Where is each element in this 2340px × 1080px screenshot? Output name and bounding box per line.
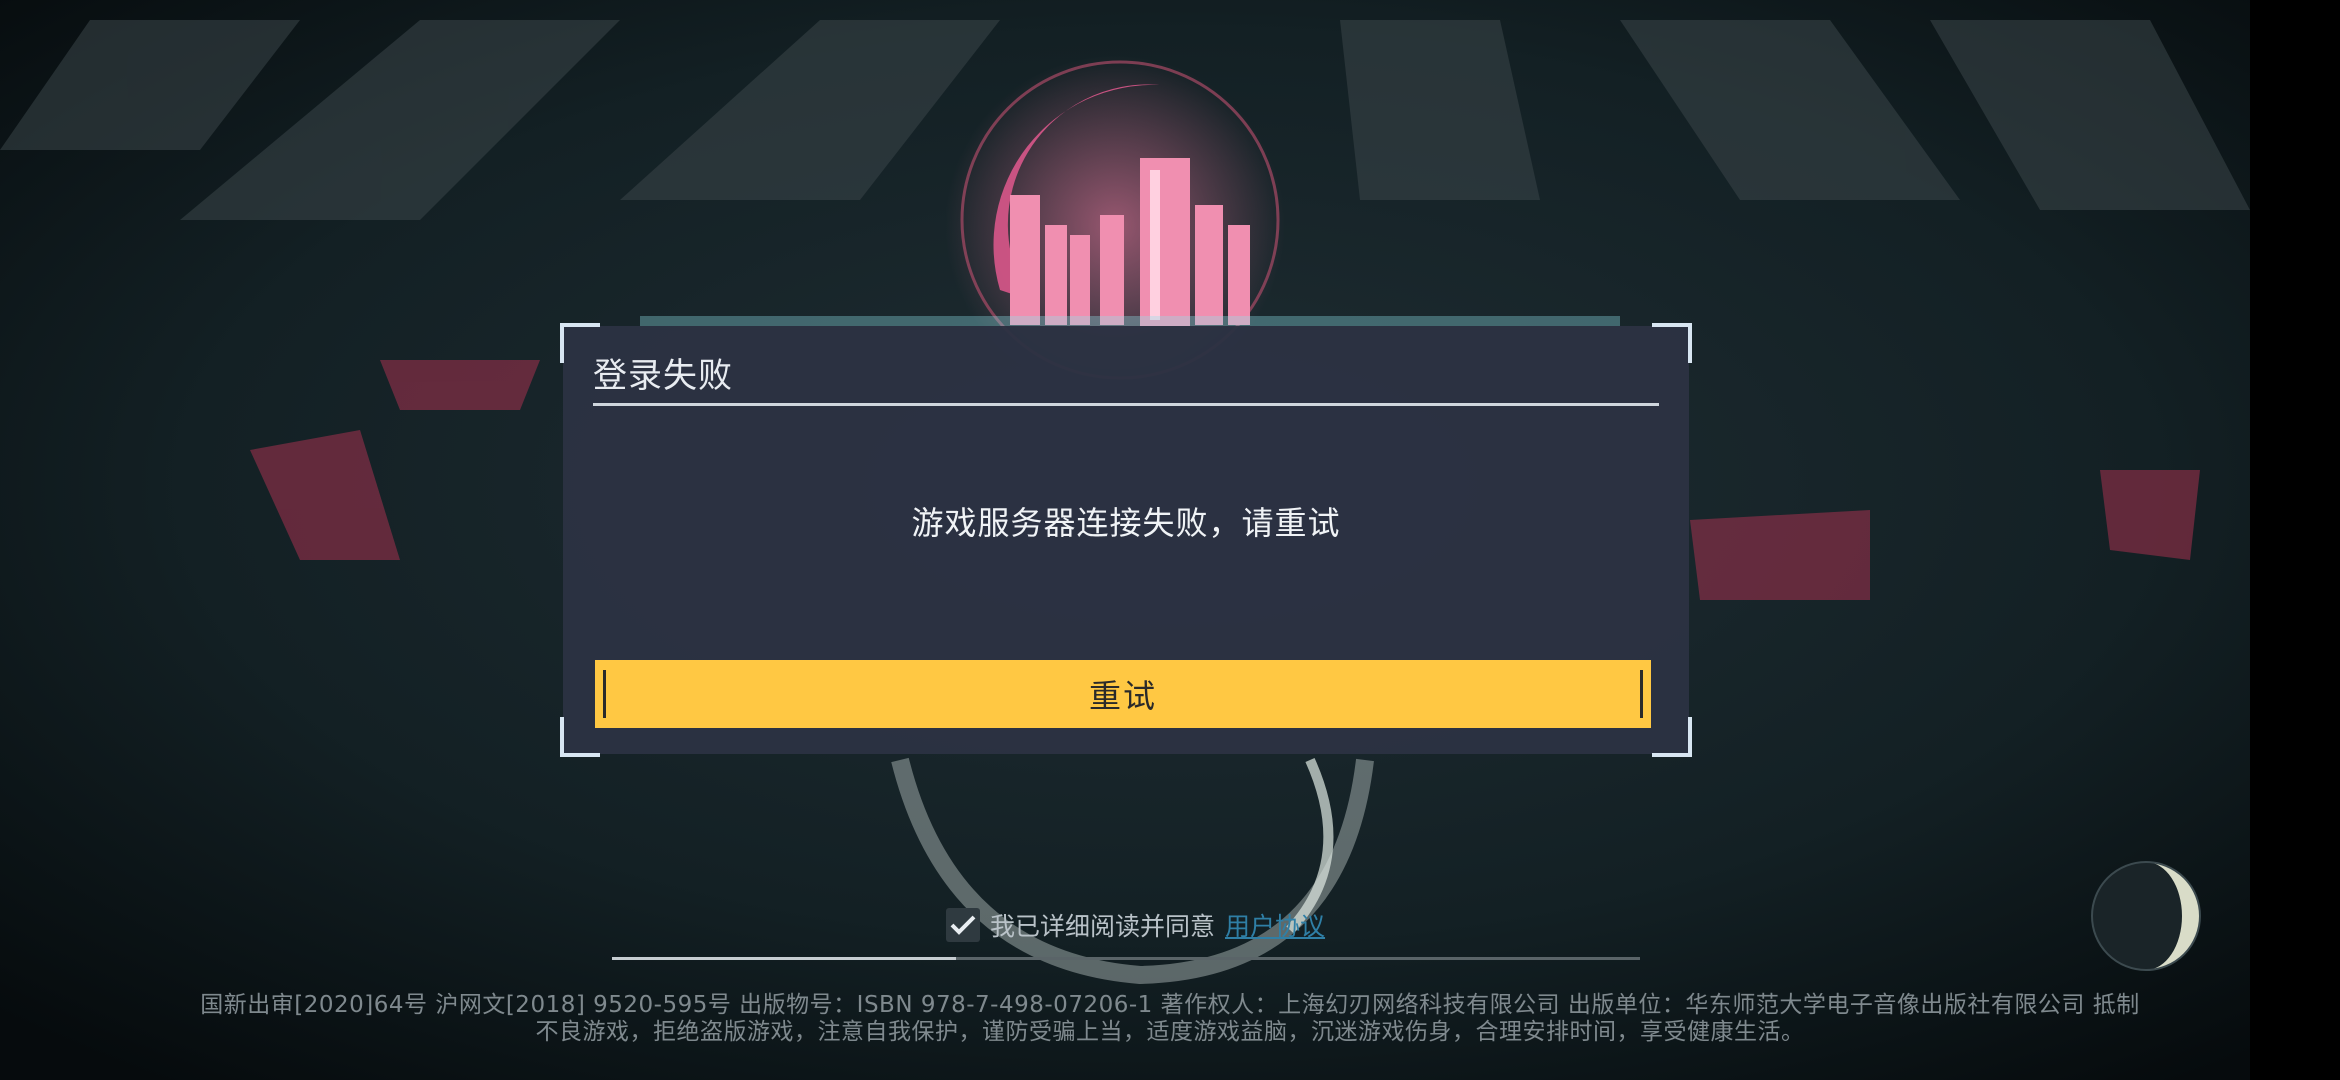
loading-progress-fill (612, 957, 957, 960)
corner-bracket (560, 717, 600, 757)
agreement-row: 我已详细阅读并同意 用户协议 (946, 905, 1325, 945)
retry-button-label: 重试 (1088, 677, 1157, 715)
title-divider (593, 403, 1659, 406)
corner-bracket (1652, 717, 1692, 757)
dialog-title: 登录失败 (593, 356, 733, 396)
checkmark-icon (950, 915, 976, 935)
button-edge-mark (603, 670, 606, 718)
agreement-checkbox[interactable] (946, 908, 980, 942)
retry-button[interactable]: 重试 (595, 660, 1651, 728)
moon-icon[interactable] (2090, 860, 2202, 972)
button-edge-mark (1640, 670, 1643, 718)
login-failed-dialog: 登录失败 游戏服务器连接失败，请重试 重试 (560, 323, 1692, 757)
legal-notice-line-2: 不良游戏，拒绝盗版游戏，注意自我保护，谨防受骗上当，适度游戏益脑，沉迷游戏伤身，… (535, 1019, 1805, 1045)
error-message: 游戏服务器连接失败，请重试 (911, 504, 1341, 542)
user-agreement-link[interactable]: 用户协议 (1225, 907, 1325, 943)
loading-progress-bar (612, 957, 1640, 960)
corner-bracket (1652, 323, 1692, 363)
agreement-text: 我已详细阅读并同意 (990, 912, 1216, 941)
